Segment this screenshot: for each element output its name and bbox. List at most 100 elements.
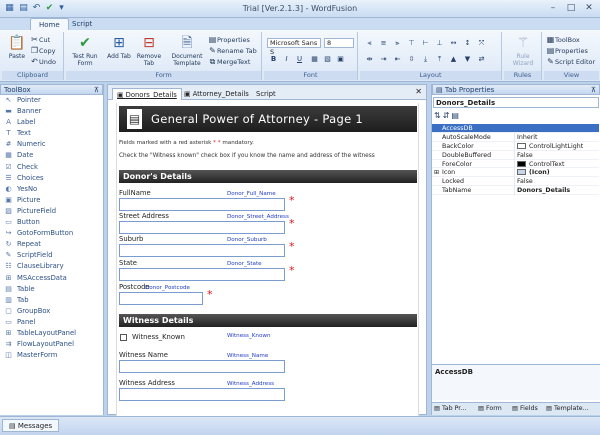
property-row-forecolor[interactable]: ForeColor ControlText	[432, 159, 599, 169]
doc-tab-script[interactable]: Script	[252, 88, 280, 100]
toolbox-item-text[interactable]: T Text	[0, 128, 103, 139]
paste-button[interactable]: 📋 Paste	[2, 34, 32, 60]
align-left-icon[interactable]: ⫷	[364, 38, 375, 48]
document-template-button[interactable]: 🗎 Document Template	[170, 34, 204, 67]
witness-address-input[interactable]	[119, 388, 285, 401]
property-value-forecolor[interactable]: ControlText	[514, 159, 599, 169]
rename-tab-button[interactable]: ✎Rename Tab	[208, 46, 257, 56]
send-back-icon[interactable]: ▼	[462, 54, 473, 64]
template-tab[interactable]: ▤ Template...	[546, 405, 589, 412]
properties-view-button[interactable]: ▤Properties	[546, 46, 588, 56]
add-tab-button[interactable]: ⊞ Add Tab	[104, 34, 134, 60]
bold-button[interactable]: B	[268, 54, 279, 64]
property-value-doublebuffered[interactable]: False	[514, 150, 599, 160]
donor-postcode-input[interactable]	[119, 292, 203, 305]
align-middle-icon[interactable]: ⊢	[420, 38, 431, 48]
property-value-autoscalemode[interactable]: Inherit	[514, 132, 599, 142]
toolbox-item-scriptfield[interactable]: ✎ ScriptField	[0, 250, 103, 261]
vspace-inc-icon[interactable]: ⤓	[420, 54, 431, 64]
donor-state-input[interactable]	[119, 268, 285, 281]
align-bottom-icon[interactable]: ⊥	[434, 38, 445, 48]
tab-properties-tab[interactable]: ▤ Tab Pr...	[434, 405, 466, 412]
donors-details-heading[interactable]: Donor's Details	[119, 170, 417, 183]
align-center-icon[interactable]: ≡	[378, 38, 389, 48]
donor-street-address-input[interactable]	[119, 221, 285, 234]
property-row-icon[interactable]: Icon (Icon) ⊞	[432, 168, 599, 178]
toolbox-item-numeric[interactable]: # Numeric	[0, 139, 103, 150]
toolbox-view-button[interactable]: ▦ToolBox	[546, 35, 580, 45]
instruction-note-2[interactable]: Check the "Witness known" check box if y…	[119, 153, 375, 159]
vspace-dec-icon[interactable]: ⤒	[434, 54, 445, 64]
property-value-tabname[interactable]: Donors_Details	[514, 186, 599, 196]
tab-script[interactable]: Script	[64, 18, 100, 30]
maximize-icon[interactable]: □	[562, 1, 580, 15]
italic-button[interactable]: I	[281, 54, 292, 64]
doc-tab-attorney-details[interactable]: ▣ Attorney_Details	[180, 88, 253, 100]
toolbox-item-button[interactable]: ▭ Button	[0, 217, 103, 228]
underline-button[interactable]: U	[294, 54, 305, 64]
toolbox-item-yesno[interactable]: ◐ YesNo	[0, 184, 103, 195]
minimize-icon[interactable]: –	[544, 1, 562, 15]
toolbox-item-msaccessdata[interactable]: ⊞ MSAccessData	[0, 273, 103, 284]
doc-tab-donors-details[interactable]: ▣ Donors_Details	[112, 88, 182, 100]
fields-tab[interactable]: ▤ Fields	[512, 405, 538, 412]
form-tab[interactable]: ▤ Form	[478, 405, 502, 412]
property-pages-icon[interactable]: ▤	[451, 111, 461, 120]
bring-front-icon[interactable]: ▲	[448, 54, 459, 64]
toolbox-item-banner[interactable]: ▬ Banner	[0, 106, 103, 117]
toolbox-item-gotoformbutton[interactable]: ↪ GotoFormButton	[0, 228, 103, 239]
toolbox-item-tablelayoutpanel[interactable]: ⊞ TableLayoutPanel	[0, 328, 103, 339]
property-row-backcolor[interactable]: BackColor ControlLightLight	[432, 141, 599, 151]
same-width-icon[interactable]: ↔	[448, 38, 459, 48]
hspace-dec-icon[interactable]: ⇤	[392, 54, 403, 64]
pin-icon[interactable]: ⊼	[591, 85, 596, 95]
toolbox-item-label[interactable]: A Label	[0, 117, 103, 128]
property-row-locked[interactable]: Locked False	[432, 177, 599, 187]
font-size-select[interactable]: 8	[324, 38, 354, 48]
cut-button[interactable]: ✂Cut	[30, 35, 50, 45]
vspace-equal-icon[interactable]: ⇳	[406, 54, 417, 64]
toolbox-item-pointer[interactable]: ↖ Pointer	[0, 95, 103, 106]
object-selector[interactable]: Donors_Details	[433, 97, 599, 108]
categorized-icon[interactable]: ⇅	[434, 111, 443, 120]
remove-tab-button[interactable]: ⊟ Remove Tab	[134, 34, 164, 67]
copy-button[interactable]: ❐Copy	[30, 46, 56, 56]
toolbox-item-flowlayoutpanel[interactable]: ⇉ FlowLayoutPanel	[0, 339, 103, 350]
font-family-select[interactable]: Microsoft Sans S	[267, 38, 321, 56]
properties-button[interactable]: ▤Properties	[208, 35, 250, 45]
tab-order-icon[interactable]: ⇄	[476, 54, 487, 64]
property-value-locked[interactable]: False	[514, 177, 599, 187]
donor-suburb-input[interactable]	[119, 244, 285, 257]
toolbox-item-date[interactable]: ▦ Date	[0, 150, 103, 161]
toolbox-item-groupbox[interactable]: ▢ GroupBox	[0, 306, 103, 317]
border-icon[interactable]: ▣	[335, 54, 346, 64]
toolbox-item-masterform[interactable]: ◫ MasterForm	[0, 350, 103, 361]
hspace-inc-icon[interactable]: ⇥	[378, 54, 389, 64]
witness-name-input[interactable]	[119, 360, 285, 373]
witness-known-checkbox[interactable]	[120, 334, 127, 341]
property-row-accessdb[interactable]: AccessDB	[432, 124, 599, 133]
toolbox-item-picture[interactable]: ▣ Picture	[0, 195, 103, 206]
toolbox-item-picturefield[interactable]: ▨ PictureField	[0, 206, 103, 217]
property-row-tabname[interactable]: TabName Donors_Details	[432, 186, 599, 196]
instruction-note-1[interactable]: Fields marked with a red asterisk * * ma…	[119, 140, 254, 146]
same-size-icon[interactable]: ⤧	[476, 38, 487, 48]
script-editor-button[interactable]: ✎Script Editor	[546, 57, 595, 67]
pin-icon[interactable]: ⊼	[94, 85, 99, 95]
text-color-icon[interactable]: ▦	[309, 54, 320, 64]
same-height-icon[interactable]: ↕	[462, 38, 473, 48]
toolbox-item-table[interactable]: ▤ Table	[0, 284, 103, 295]
close-tab-icon[interactable]: ✕	[415, 87, 422, 96]
toolbox-item-choices[interactable]: ☰ Choices	[0, 173, 103, 184]
rule-wizard-button[interactable]: ⚚ Rule Wizard	[508, 34, 538, 67]
page-banner[interactable]: ▤ General Power of Attorney - Page 1	[119, 106, 417, 132]
toolbox-item-panel[interactable]: ▭ Panel	[0, 317, 103, 328]
toolbox-item-tab[interactable]: ▥ Tab	[0, 295, 103, 306]
hspace-equal-icon[interactable]: ⇹	[364, 54, 375, 64]
toolbox-item-clauselibrary[interactable]: ☷ ClauseLibrary	[0, 261, 103, 272]
property-row-doublebuffered[interactable]: DoubleBuffered False	[432, 150, 599, 160]
back-color-icon[interactable]: ▧	[322, 54, 333, 64]
messages-tab[interactable]: ▤ Messages	[2, 419, 60, 432]
expand-icon[interactable]: ⊞	[434, 168, 439, 177]
merge-text-button[interactable]: ⧉ MergeText	[208, 57, 251, 67]
